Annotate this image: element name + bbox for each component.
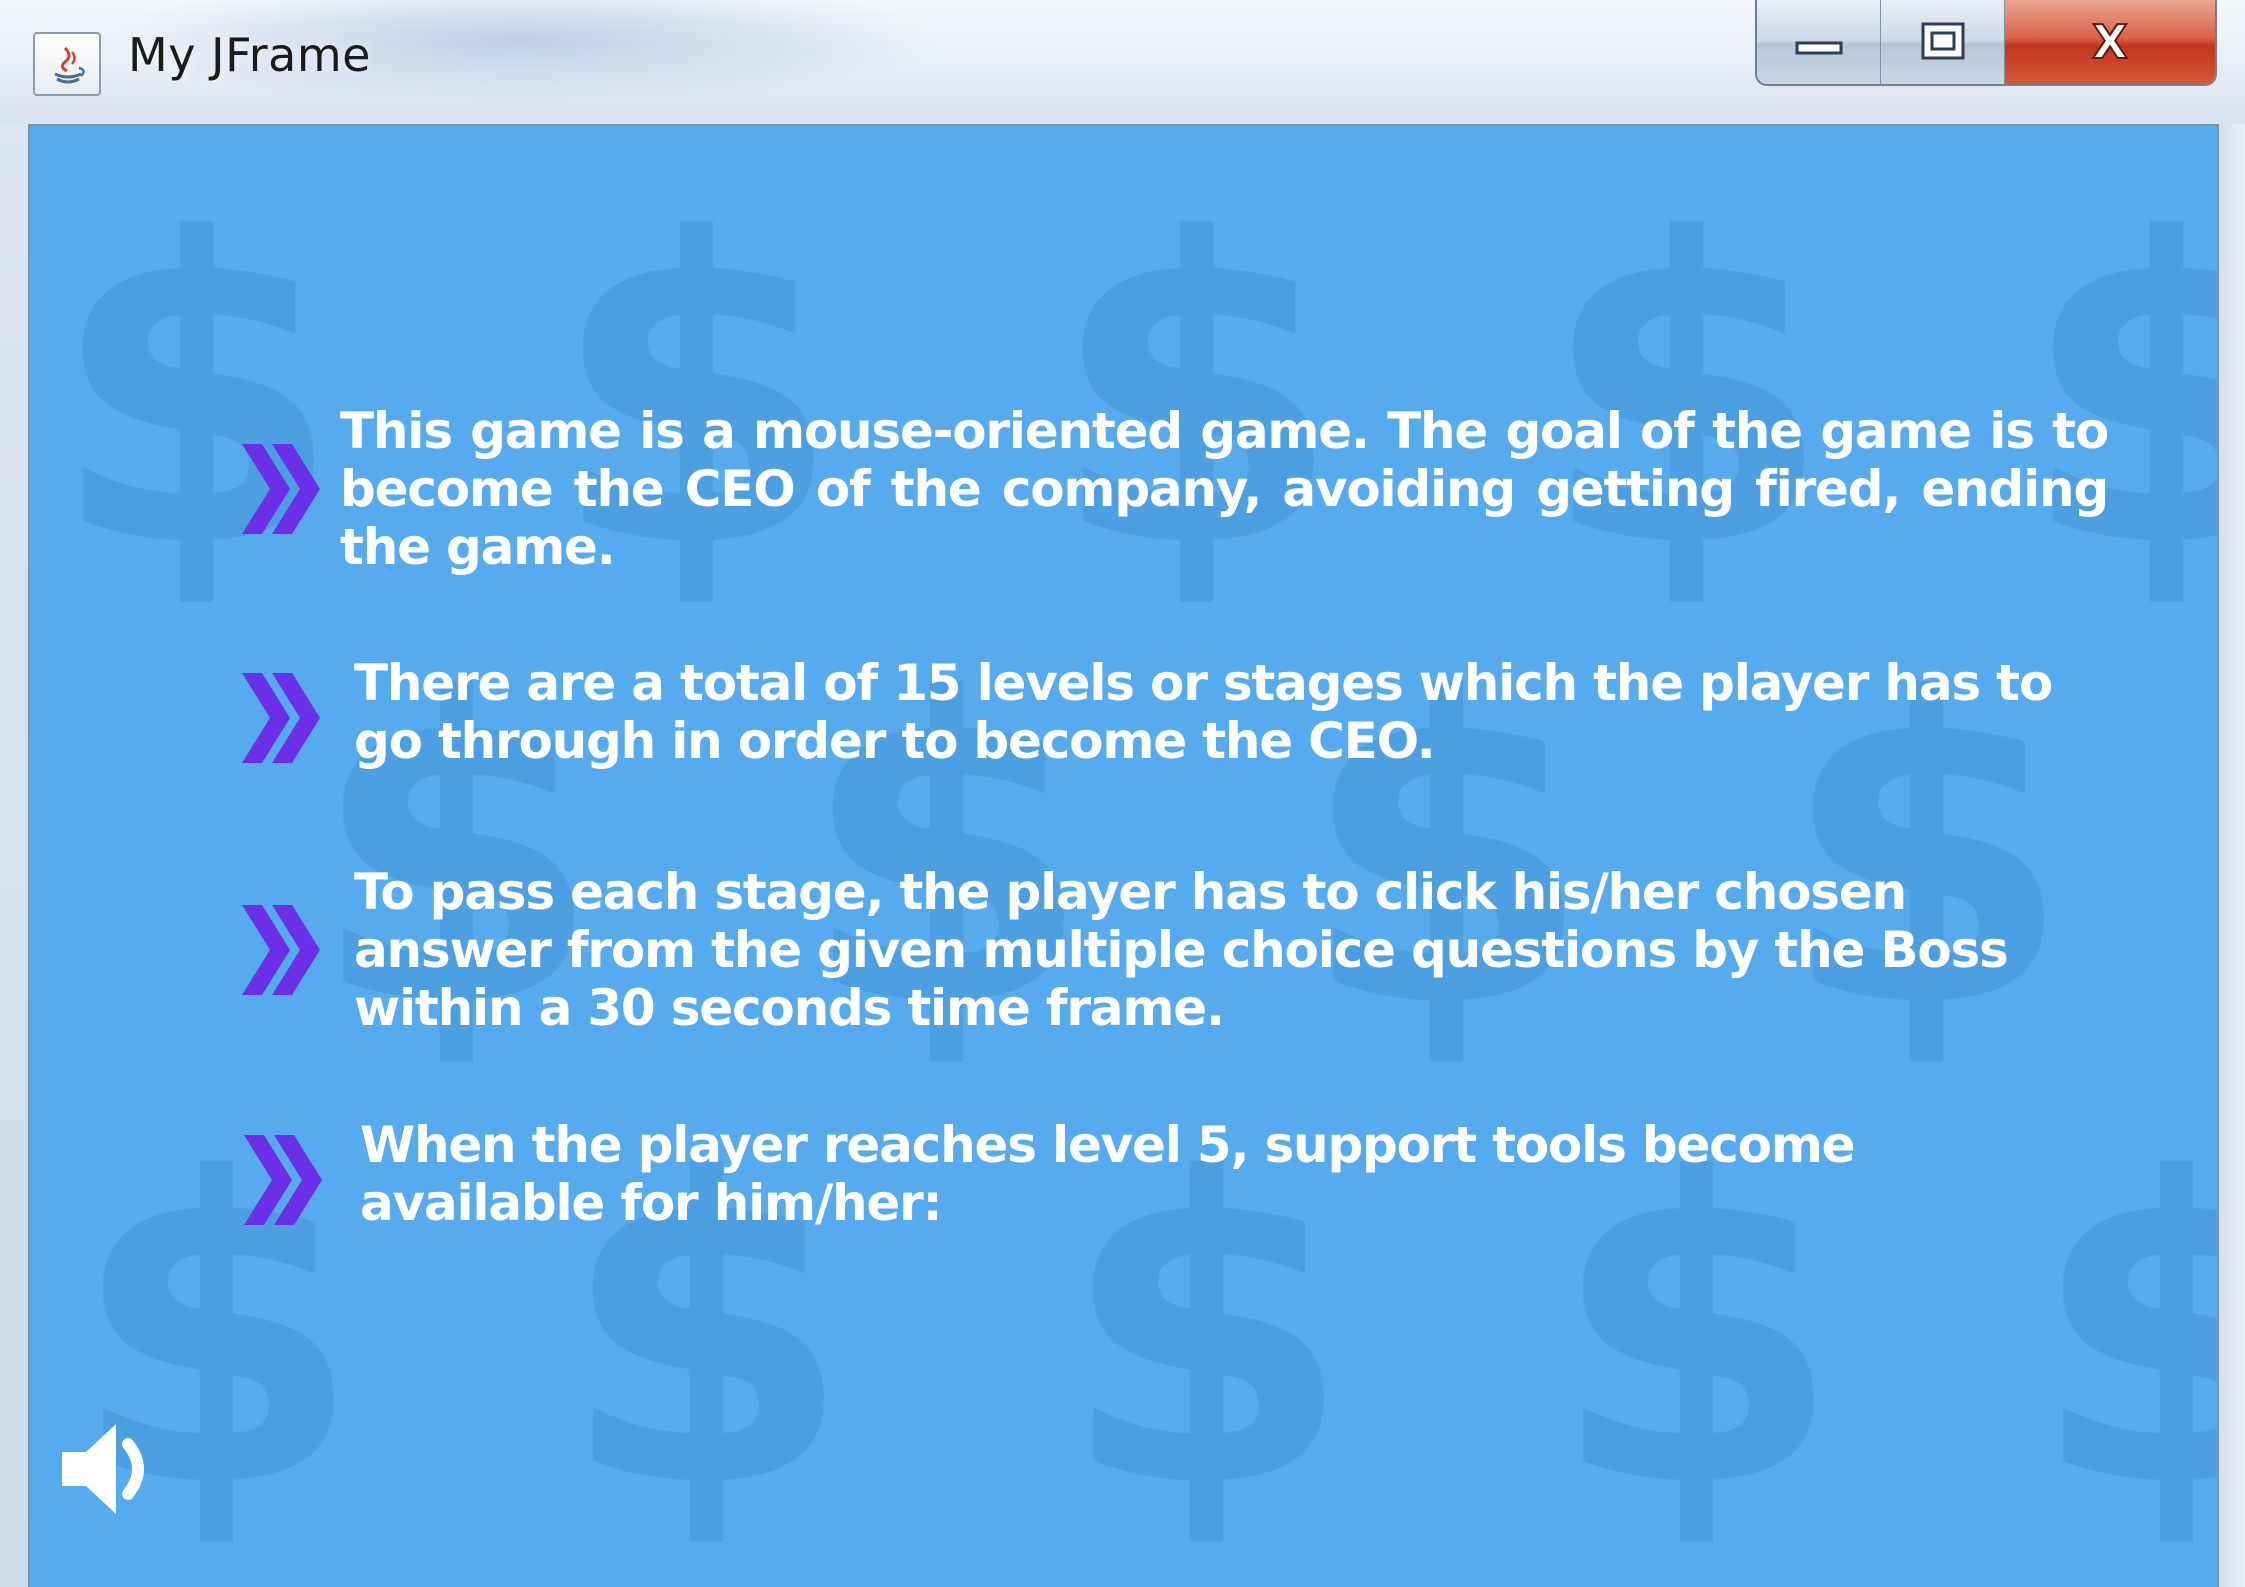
close-icon: X	[2091, 18, 2128, 66]
instruction-text-1: This game is a mouse-oriented game. The …	[340, 402, 2109, 576]
instruction-text-3: To pass each stage, the player has to cl…	[354, 863, 2009, 1037]
close-button[interactable]: X	[2005, 0, 2215, 84]
instruction-text-4: When the player reaches level 5, support…	[360, 1116, 1856, 1232]
maximize-button[interactable]	[1881, 0, 2005, 84]
speaker-icon[interactable]	[54, 1414, 164, 1524]
close-glyph: X	[2092, 18, 2127, 66]
double-chevron-right-icon	[242, 444, 320, 534]
double-chevron-right-icon	[242, 673, 320, 763]
content-panel: $ $ $ $ $ $ $ $ $ $ $ $ $ $ This game is…	[28, 124, 2219, 1587]
minimize-button[interactable]	[1757, 0, 1881, 84]
instruction-text-2: There are a total of 15 levels or stages…	[354, 654, 2053, 770]
window-title: My JFrame	[128, 28, 371, 82]
java-app-icon[interactable]	[33, 32, 101, 96]
instructions-list: This game is a mouse-oriented game. The …	[30, 126, 2217, 1587]
title-bar[interactable]: My JFrame X	[0, 0, 2245, 124]
double-chevron-right-icon	[244, 1135, 322, 1225]
window-frame-right	[2219, 124, 2245, 1587]
caption-buttons: X	[1755, 0, 2217, 86]
minimize-icon	[1795, 41, 1842, 55]
double-chevron-right-icon	[242, 905, 320, 995]
maximize-icon	[1921, 22, 1964, 60]
application-window: My JFrame X $ $ $ $ $ $ $ $ $ $ $ $ This…	[0, 0, 2245, 1587]
